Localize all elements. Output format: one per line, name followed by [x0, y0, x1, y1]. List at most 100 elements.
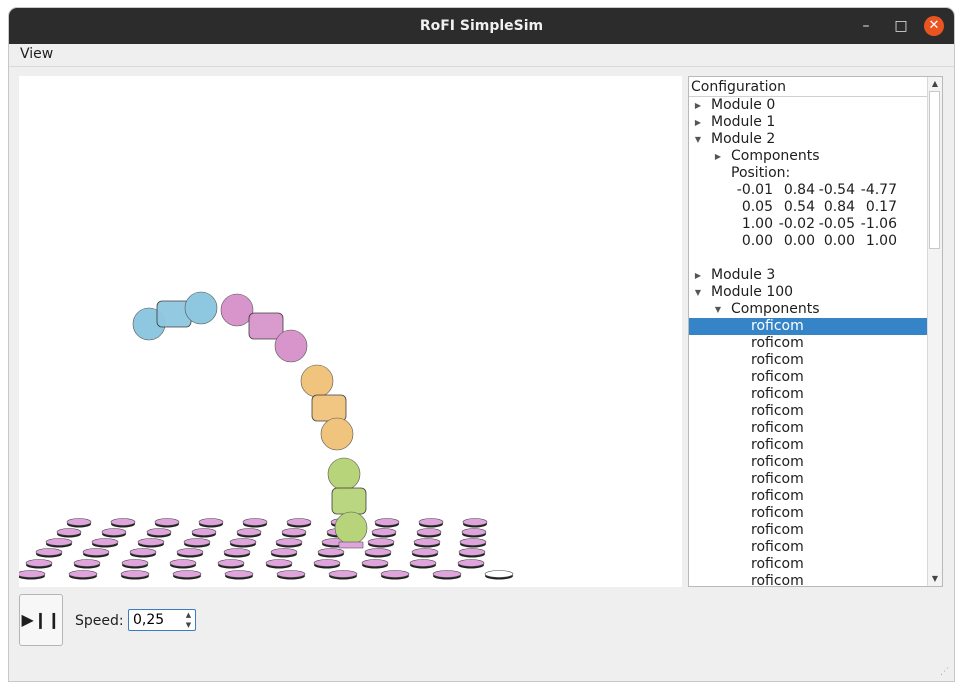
tree-item-label: roficom	[751, 437, 804, 453]
robot-base-connector	[338, 541, 364, 549]
tree-item-roficom[interactable]: roficom	[689, 437, 928, 454]
expand-arrow-icon[interactable]: ▶	[693, 267, 703, 284]
spin-up-icon[interactable]: ▲	[182, 610, 195, 620]
robot-module-ball	[300, 364, 334, 398]
floor-pad	[276, 570, 306, 578]
matrix-cell: 0.00	[783, 233, 815, 249]
floor-pad	[371, 528, 397, 536]
speed-spinbox[interactable]: ▲ ▼	[128, 609, 196, 631]
collapse-arrow-icon[interactable]: ▼	[693, 131, 703, 148]
floor-pad	[191, 528, 217, 536]
collapse-arrow-icon[interactable]: ▼	[713, 301, 723, 318]
scroll-down-icon[interactable]: ▼	[928, 572, 942, 586]
robot-module-ball	[184, 291, 218, 325]
speed-label: Speed:	[75, 613, 124, 629]
tree-item-roficom[interactable]: roficom	[689, 505, 928, 522]
matrix-cell: -0.05	[818, 216, 855, 232]
floor-pad	[281, 528, 307, 536]
floor-pad	[224, 570, 254, 578]
expand-arrow-icon[interactable]: ▶	[693, 97, 703, 114]
tree-item-roficom[interactable]: roficom	[689, 454, 928, 471]
tree-item-label: roficom	[751, 488, 804, 504]
robot-module-ball	[274, 329, 308, 363]
floor-pad	[223, 548, 251, 556]
tree-item-label: roficom	[751, 420, 804, 436]
floor-pad	[413, 538, 441, 546]
tree-item-roficom[interactable]: roficom	[689, 369, 928, 386]
floor-pad	[101, 528, 127, 536]
tree-item-roficom[interactable]: roficom	[689, 420, 928, 437]
resize-grip-icon[interactable]: ⋰	[940, 667, 950, 677]
floor-pad	[19, 570, 46, 578]
close-icon[interactable]: ✕	[924, 16, 944, 36]
matrix-cell: -0.02	[778, 216, 815, 232]
tree-item-roficom[interactable]: roficom	[689, 335, 928, 352]
tree-item-roficom[interactable]: roficom	[689, 556, 928, 573]
scrollbar-thumb[interactable]	[929, 91, 940, 249]
tree-item-label: roficom	[751, 335, 804, 351]
maximize-icon[interactable]: □	[891, 16, 911, 36]
tree-item-roficom[interactable]: roficom	[689, 539, 928, 556]
floor-pad	[73, 559, 101, 567]
floor-pad	[68, 570, 98, 578]
tree-item-roficom[interactable]: roficom	[689, 471, 928, 488]
floor-pad	[459, 538, 487, 546]
matrix-cell: -1.06	[860, 216, 897, 232]
floor-pad	[416, 528, 442, 536]
matrix-cell: 1.00	[865, 233, 897, 249]
speed-input[interactable]	[129, 610, 185, 630]
tree-item-roficom[interactable]: roficom	[689, 573, 928, 586]
floor-pad	[457, 559, 485, 567]
matrix-cell: 0.84	[783, 182, 815, 198]
tree-item-roficom[interactable]: roficom	[689, 386, 928, 403]
expand-arrow-icon[interactable]: ▶	[713, 148, 723, 165]
floor-pad	[172, 570, 202, 578]
tree-item-roficom[interactable]: roficom	[689, 352, 928, 369]
configuration-tree[interactable]: Configuration ▶ Module 0 ▶ Module 1 ▼ Mo…	[688, 76, 943, 587]
floor-pad	[25, 559, 53, 567]
tree-item-roficom[interactable]: roficom	[689, 488, 928, 505]
floor-pad	[66, 518, 92, 526]
floor-pad	[129, 548, 157, 556]
tree-item-roficom[interactable]: roficom	[689, 318, 928, 335]
floor-pad	[409, 559, 437, 567]
floor-pad	[374, 518, 400, 526]
tree-header: Configuration	[689, 77, 928, 97]
floor-pad	[56, 528, 82, 536]
tree-item-label: roficom	[751, 471, 804, 487]
tree-item-label: roficom	[751, 386, 804, 402]
matrix-cell: 0.54	[783, 199, 815, 215]
menu-view[interactable]: View	[20, 46, 53, 62]
floor-pad	[458, 548, 486, 556]
scroll-up-icon[interactable]: ▲	[928, 77, 942, 91]
floor-pad	[183, 538, 211, 546]
tree-item-label: roficom	[751, 539, 804, 555]
matrix-row: -0.01 0.84 -0.54 -4.77	[731, 182, 897, 199]
floor-pad	[461, 528, 487, 536]
robot-module-ball	[327, 457, 361, 491]
floor-pad	[367, 538, 395, 546]
tree-item-label: roficom	[751, 556, 804, 572]
floor-pads	[19, 518, 514, 580]
floor-pad	[411, 548, 439, 556]
collapse-arrow-icon[interactable]: ▼	[693, 284, 703, 301]
matrix-cell: 1.00	[741, 216, 773, 232]
floor-pad	[35, 548, 63, 556]
floor-pad	[169, 559, 197, 567]
tree-scrollbar[interactable]: ▲ ▼	[927, 77, 942, 586]
title-bar: RoFI SimpleSim – □ ✕	[9, 8, 954, 44]
play-pause-button[interactable]: ▶❙❙	[19, 594, 63, 646]
floor-pad	[361, 559, 389, 567]
floor-pad	[242, 518, 268, 526]
matrix-cell: -0.54	[818, 182, 855, 198]
spin-down-icon[interactable]: ▼	[182, 620, 195, 630]
tree-item-roficom[interactable]: roficom	[689, 522, 928, 539]
floor-pad	[91, 538, 119, 546]
floor-pad	[270, 548, 298, 556]
minimize-icon[interactable]: –	[856, 16, 876, 36]
tree-item-roficom[interactable]: roficom	[689, 403, 928, 420]
3d-viewport[interactable]	[19, 76, 682, 587]
tree-item-label: roficom	[751, 318, 804, 334]
floor-pad	[313, 559, 341, 567]
expand-arrow-icon[interactable]: ▶	[693, 114, 703, 131]
